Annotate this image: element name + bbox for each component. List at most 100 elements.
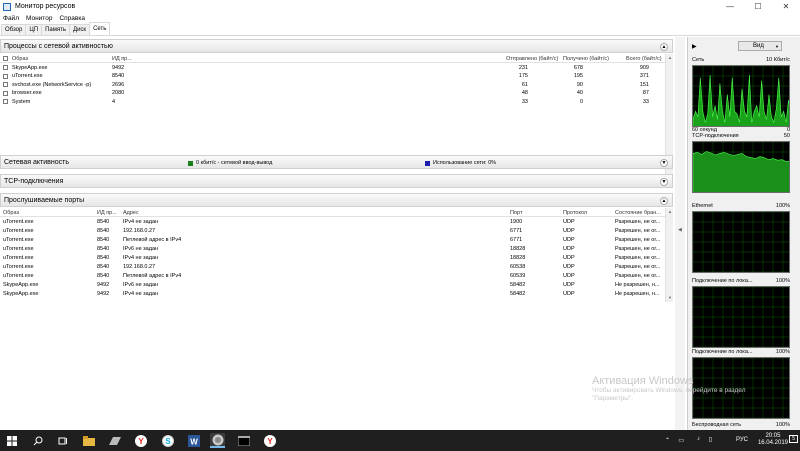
language-indicator[interactable]: РУС (736, 437, 748, 443)
graph-block: TCP-подключения 50 (692, 133, 790, 193)
minimize-button[interactable]: — (716, 0, 744, 13)
ports-title: Прослушиваемые порты (4, 196, 85, 204)
table-row[interactable]: SkypeApp.exe 9492 IPv4 не задан 58482 UDP Не … (0, 291, 673, 299)
table-row[interactable]: uTorrent.exe 8540 175 195 371 (0, 73, 673, 81)
table-row[interactable]: uTorrent.exe 8540 192.168.0.27 6771 UDP Разре… (0, 227, 673, 235)
col-total[interactable]: Всего (байт/с) (626, 56, 662, 62)
table-cell: Разрешен, не ог... (615, 273, 661, 280)
col-pid[interactable]: ИД пр... (97, 210, 117, 216)
graph-title: Ethernet (692, 203, 713, 209)
scroll-up-icon[interactable]: ▲ (667, 209, 673, 215)
file-explorer-icon[interactable] (81, 433, 96, 448)
console-icon[interactable] (236, 433, 251, 448)
yandex-browser-icon[interactable]: Y (133, 433, 148, 448)
table-row[interactable]: SkypeApp.exe 9492 231 678 909 (0, 64, 673, 72)
yandex-browser-icon[interactable]: Y (262, 433, 277, 448)
notification-center-icon[interactable]: 5 (789, 435, 798, 443)
table-cell: uTorrent.exe (3, 236, 34, 243)
table-cell: uTorrent.exe (3, 254, 34, 261)
ports-section-header[interactable]: Прослушиваемые порты ▲ (0, 193, 673, 207)
col-image[interactable]: Образ (12, 56, 28, 62)
row-checkbox[interactable] (3, 99, 8, 105)
tab-disk[interactable]: Диск (69, 24, 91, 35)
graphs-scrollbar[interactable] (792, 55, 800, 430)
table-cell: uTorrent.exe (3, 245, 34, 252)
tcp-section-header[interactable]: TCP-подключения ▼ (0, 174, 673, 188)
tray-expand-icon[interactable]: ⌃ (665, 437, 670, 444)
menu-monitor[interactable]: Монитор (26, 15, 52, 22)
row-checkbox[interactable] (3, 73, 8, 79)
clock[interactable]: 20:05 16.04.2019 (758, 433, 788, 447)
table-row[interactable]: browser.exe 2080 48 40 87 (0, 90, 673, 98)
col-received[interactable]: Получено (байт/с) (563, 56, 609, 62)
legend-usage-text: Использование сети: 0% (433, 160, 497, 166)
battery-icon[interactable]: ▯ (709, 436, 712, 443)
table-cell: 6771 (510, 227, 523, 234)
skype-icon[interactable]: S (160, 433, 175, 448)
svg-text:Y: Y (267, 437, 273, 446)
table-row[interactable]: uTorrent.exe 8540 192.168.0.27 60538 UDP Разр… (0, 264, 673, 272)
table-row[interactable]: uTorrent.exe 8540 IPv6 не задан 18828 UDP Раз… (0, 245, 673, 253)
graph-block: Ethernet 100% (692, 203, 790, 273)
table-cell: 8540 (97, 264, 110, 270)
table-row[interactable]: SkypeApp.exe 9492 IPv6 не задан 58482 UDP Не … (0, 282, 673, 290)
tab-overview[interactable]: Обзор (1, 24, 27, 35)
table-cell: UDP (563, 264, 575, 270)
tab-memory[interactable]: Память (41, 24, 71, 35)
table-cell: 9492 (97, 291, 110, 298)
col-image[interactable]: Образ (3, 210, 19, 216)
watermark-title: Активация Windows (592, 375, 694, 387)
col-sent[interactable]: Отправлено (байт/с) (506, 56, 558, 62)
media-player-icon[interactable] (107, 433, 122, 448)
row-checkbox[interactable] (3, 65, 8, 70)
table-cell: SkypeApp.exe (3, 291, 39, 298)
close-button[interactable]: ✕ (772, 0, 800, 13)
col-address[interactable]: Адрес (123, 210, 139, 216)
graph-title: TCP-подключения (692, 133, 739, 139)
word-icon[interactable]: W (186, 433, 201, 448)
window-title: Монитор ресурсов (15, 3, 76, 10)
collapse-chevron-icon[interactable]: ▲ (660, 43, 668, 51)
select-all-checkbox[interactable] (3, 56, 8, 61)
collapse-chevron-icon[interactable]: ▲ (660, 197, 668, 205)
activation-watermark: Активация Windows Чтобы активировать Win… (592, 375, 746, 403)
usage-swatch (425, 160, 430, 166)
row-checkbox[interactable] (3, 90, 8, 96)
processes-column-header: Образ ИД пр... Отправлено (байт/с) Получ… (0, 55, 673, 63)
task-view-icon[interactable] (55, 433, 70, 448)
network-activity-section-header[interactable]: Сетевая активность 0 кбит/с - сетевой вв… (0, 155, 673, 169)
table-row[interactable]: uTorrent.exe 8540 IPv4 не задан 18828 UDP Раз… (0, 254, 673, 262)
col-pid[interactable]: ИД пр... (112, 56, 132, 62)
legend-io: 0 кбит/с - сетевой ввод-вывод (188, 160, 272, 166)
table-cell: Разрешен, не ог... (615, 245, 661, 252)
tab-network[interactable]: Сеть (89, 22, 111, 35)
hide-graphs-arrow-icon[interactable]: ▶ (692, 43, 697, 50)
tab-cpu[interactable]: ЦП (25, 24, 43, 35)
row-checkbox[interactable] (3, 82, 8, 88)
table-row[interactable]: uTorrent.exe 8540 Петлевой адрес в IPv4 605… (0, 273, 673, 281)
table-row[interactable]: uTorrent.exe 8540 Петлевой адрес в IPv4 677… (0, 236, 673, 244)
col-port[interactable]: Порт (510, 210, 522, 216)
table-cell: 195 (573, 73, 583, 80)
processes-section-header[interactable]: Процессы с сетевой активностью ▲ (0, 39, 673, 53)
col-protocol[interactable]: Протокол (563, 210, 587, 216)
menu-file[interactable]: Файл (3, 15, 19, 22)
maximize-button[interactable]: ☐ (744, 0, 772, 13)
start-windows-icon[interactable] (4, 433, 19, 448)
table-row[interactable]: uTorrent.exe 8540 IPv4 не задан 1900 UDP Разр… (0, 218, 673, 226)
table-row[interactable]: svchost.exe (NetworkService -p) 2696 61 90 1… (0, 81, 673, 89)
view-dropdown[interactable]: Вид (738, 41, 782, 51)
table-row[interactable]: System 4 33 0 33 (0, 98, 673, 106)
col-firewall[interactable]: Состояние бран... (615, 210, 661, 216)
expand-chevron-icon[interactable]: ▼ (660, 178, 668, 186)
volume-icon[interactable]: ♪ (697, 436, 700, 442)
scroll-up-icon[interactable]: ▲ (667, 55, 673, 61)
panel-splitter[interactable]: ◀ (675, 37, 685, 430)
resource-monitor-taskbar-icon[interactable] (210, 433, 225, 448)
network-icon[interactable]: ▭ (678, 437, 684, 444)
expand-chevron-icon[interactable]: ▼ (660, 159, 668, 167)
menu-help[interactable]: Справка (59, 15, 85, 22)
search-icon[interactable] (30, 433, 45, 448)
collapse-right-arrow-icon[interactable]: ◀ (678, 227, 682, 233)
table-cell: Разрешен, не ог... (615, 227, 661, 234)
